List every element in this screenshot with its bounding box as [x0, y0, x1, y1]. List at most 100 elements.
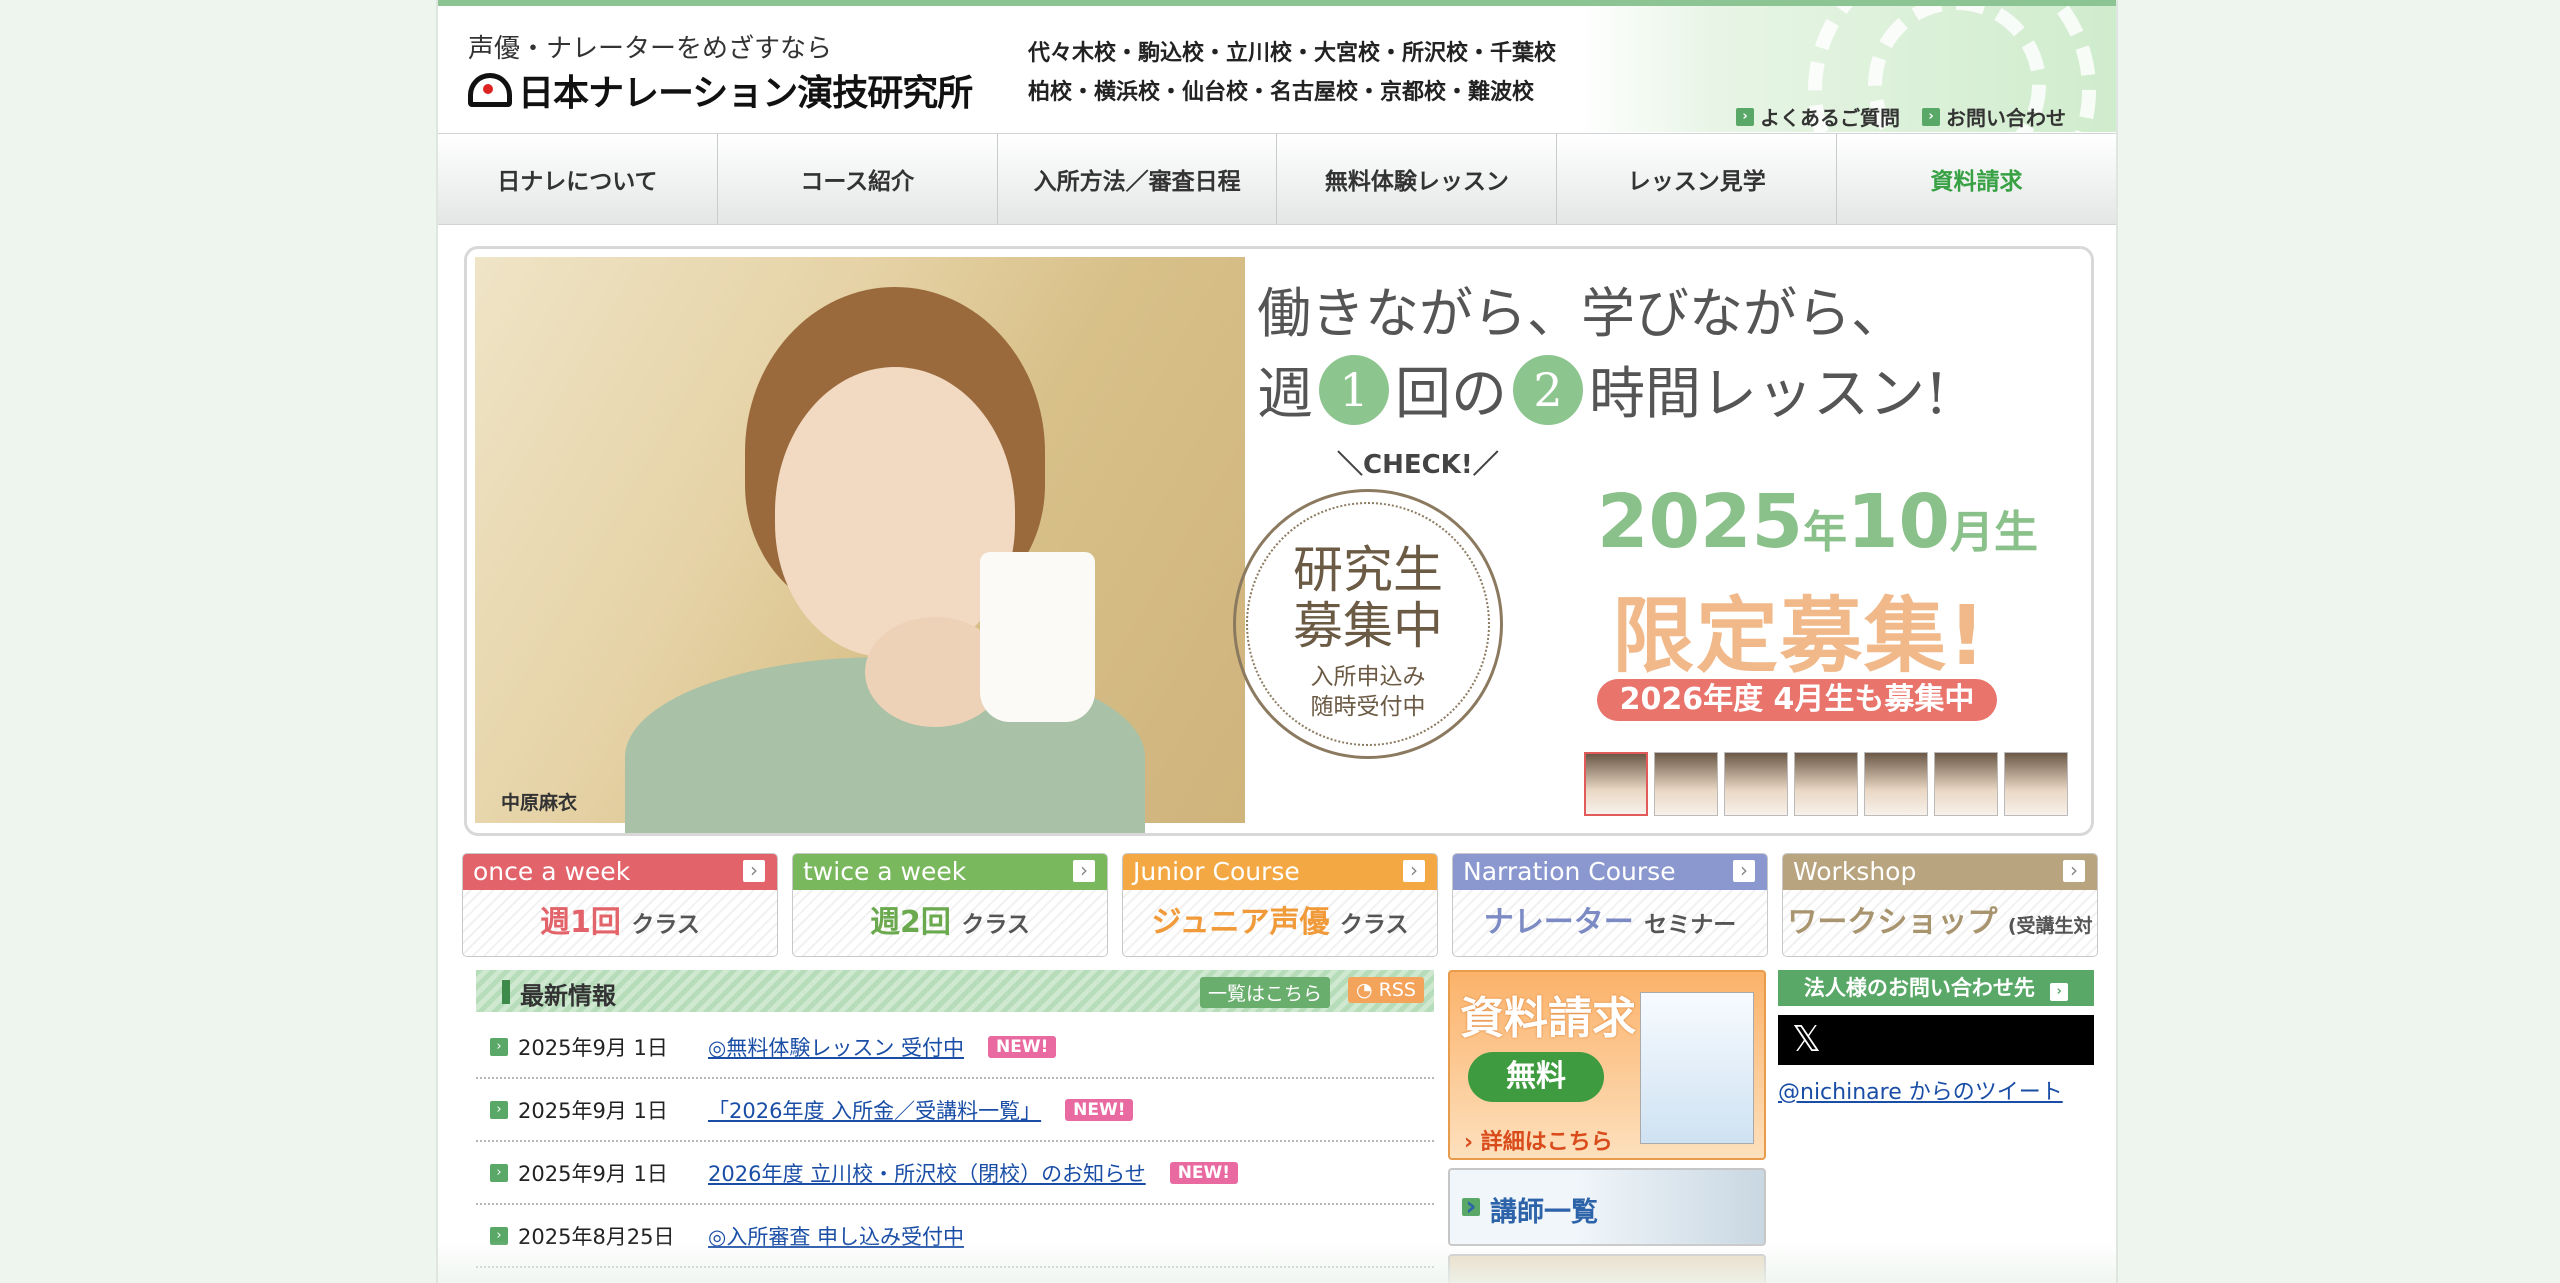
free-badge: 無料	[1468, 1052, 1604, 1102]
course-buttons: once a week 週1回 クラス twice a week 週2回 クラス…	[462, 853, 2098, 957]
nav-request-materials[interactable]: 資料請求	[1837, 134, 2116, 224]
news-date: 2025年9月 1日	[518, 1035, 668, 1060]
course-title: 週2回 クラス	[793, 890, 1107, 956]
rss-icon: ◔	[1356, 979, 1379, 1001]
corporate-contact-button[interactable]: 法人様のお問い合わせ先 ›	[1778, 970, 2094, 1006]
course-title-main: ワークショップ	[1787, 905, 1998, 940]
banner-thumbnail[interactable]	[1934, 752, 1998, 816]
arrow-icon: ›	[2050, 983, 2069, 1001]
request-details-link: › 詳細はこちら	[1464, 1124, 1613, 1156]
nav-free-trial[interactable]: 無料体験レッスン	[1277, 134, 1558, 224]
page-fade	[438, 1240, 2116, 1283]
course-junior[interactable]: Junior Course ジュニア声優 クラス	[1122, 853, 1438, 957]
intake-month-unit: 月生	[1949, 507, 2038, 558]
news-header: 最新情報 一覧はこちら ◔ RSS	[476, 970, 1434, 1012]
course-title-sub: クラス	[961, 912, 1030, 938]
photo-cup	[980, 552, 1095, 722]
hero-headline-text-a: 週	[1257, 362, 1313, 427]
x-timeline-header: 𝕏	[1778, 1015, 2094, 1065]
nav-about[interactable]: 日ナレについて	[438, 134, 718, 224]
banner-thumbnails	[1584, 752, 2068, 816]
hero-headline-text-b: 回の	[1395, 362, 1507, 427]
course-title-main: 週2回	[870, 905, 951, 940]
course-title-main: 週1回	[540, 905, 621, 940]
x-logo-icon: 𝕏	[1792, 1019, 1822, 1060]
course-narration[interactable]: Narration Course ナレーター セミナー	[1452, 853, 1768, 957]
check-label: ＼CHECK!／	[1337, 450, 1499, 480]
news-link[interactable]: ◎無料体験レッスン 受付中	[708, 1032, 964, 1062]
hero-headline-2: 週 1 回の 2 時間レッスン!	[1257, 349, 1948, 430]
course-head: Narration Course	[1453, 854, 1767, 890]
course-title-sub: クラス	[631, 912, 700, 938]
list-item: › 2025年9月 1日 2026年度 立川校・所沢校（閉校）のお知らせ NEW…	[476, 1142, 1434, 1205]
banner-thumbnail[interactable]	[1864, 752, 1928, 816]
rss-button[interactable]: ◔ RSS	[1348, 977, 1424, 1003]
arrow-icon: ›	[490, 1163, 508, 1182]
school-list: 代々木校・駒込校・立川校・大宮校・所沢校・千葉校 柏校・横浜校・仙台校・名古屋校…	[1028, 34, 1556, 112]
nav-admission[interactable]: 入所方法／審査日程	[998, 134, 1278, 224]
course-title-main: ナレーター	[1483, 905, 1634, 940]
new-badge: NEW!	[1169, 1161, 1239, 1184]
seal-main-text: 研究生募集中	[1293, 541, 1443, 655]
course-workshop[interactable]: Workshop ワークショップ (受講生対象)	[1782, 853, 2098, 957]
news-list: › 2025年9月 1日 ◎無料体験レッスン 受付中 NEW! › 2025年9…	[476, 1016, 1434, 1268]
hero-headline-text-c: 時間レッスン!	[1589, 362, 1948, 427]
hero-headline-1: 働きながら、学びながら、	[1257, 282, 1905, 345]
intake-date: 2025年10月生	[1597, 479, 2038, 565]
banner-thumbnail[interactable]	[1724, 752, 1788, 816]
course-head: Workshop	[1783, 854, 2097, 890]
news-title: 最新情報	[502, 976, 616, 1011]
new-badge: NEW!	[1065, 1098, 1134, 1121]
course-twice-a-week[interactable]: twice a week 週2回 クラス	[792, 853, 1108, 957]
photo-credit: 中原麻衣	[501, 792, 578, 814]
site-logo[interactable]: 日本ナレーション演技研究所	[468, 64, 973, 116]
teachers-label: 講師一覧	[1490, 1197, 1598, 1228]
global-nav: 日ナレについて コース紹介 入所方法／審査日程 無料体験レッスン レッスン見学 …	[438, 133, 2116, 225]
nav-courses[interactable]: コース紹介	[718, 134, 998, 224]
number-circle-2: 2	[1513, 354, 1583, 425]
recruiting-2026-badge: 2026年度 4月生も募集中	[1597, 679, 1997, 721]
banner-thumbnail[interactable]	[1654, 752, 1718, 816]
logo-text: 日本ナレーション演技研究所	[518, 73, 973, 114]
news-date: 2025年9月 1日	[518, 1161, 668, 1186]
nav-lesson-visit[interactable]: レッスン見学	[1557, 134, 1838, 224]
news-link[interactable]: 2026年度 立川校・所沢校（閉校）のお知らせ	[708, 1158, 1146, 1188]
list-item: › 2025年9月 1日 ◎無料体験レッスン 受付中 NEW!	[476, 1016, 1434, 1079]
course-title-sub: クラス	[1339, 912, 1409, 938]
faq-link[interactable]: › よくあるご質問	[1736, 102, 1900, 131]
course-title: 週1回 クラス	[463, 890, 777, 956]
arrow-icon: ›	[1464, 1130, 1481, 1155]
intake-year-unit: 年	[1802, 507, 1847, 558]
arrow-icon: ›	[1922, 107, 1940, 126]
news-link[interactable]: 「2026年度 入所金／受講料一覧」	[708, 1095, 1041, 1125]
hero-photo: 中原麻衣	[475, 257, 1245, 833]
banner-thumbnail[interactable]	[1584, 752, 1648, 816]
number-circle-1: 1	[1319, 354, 1389, 425]
request-details-label: 詳細はこちら	[1480, 1130, 1613, 1155]
arrow-icon: ›	[1736, 107, 1754, 126]
hero-banner[interactable]: 中原麻衣 働きながら、学びながら、 週 1 回の 2 時間レッスン! ＼CHEC…	[464, 246, 2094, 836]
banner-thumbnail[interactable]	[1794, 752, 1858, 816]
tagline: 声優・ナレーターをめざすなら	[468, 34, 833, 64]
brochure-image	[1640, 992, 1754, 1144]
intake-year: 2025	[1597, 479, 1803, 565]
banner-thumbnail[interactable]	[2004, 752, 2068, 816]
arrow-icon: ›	[1462, 1193, 1480, 1220]
rss-label: RSS	[1378, 979, 1416, 1001]
tweets-link[interactable]: @nichinare からのツイート	[1778, 1074, 2063, 1106]
course-title-main: ジュニア声優	[1151, 905, 1330, 940]
course-once-a-week[interactable]: once a week 週1回 クラス	[462, 853, 778, 957]
course-title-sub: セミナー	[1644, 912, 1737, 938]
course-title: ワークショップ (受講生対象)	[1783, 890, 2097, 956]
school-list-line-1: 代々木校・駒込校・立川校・大宮校・所沢校・千葉校	[1028, 41, 1557, 66]
news-list-button[interactable]: 一覧はこちら	[1199, 977, 1330, 1008]
course-head: twice a week	[793, 854, 1107, 890]
teachers-banner[interactable]: › 講師一覧	[1448, 1168, 1766, 1246]
course-title: ナレーター セミナー	[1453, 890, 1767, 956]
request-materials-banner[interactable]: 資料請求 無料 › 詳細はこちら	[1448, 970, 1766, 1160]
contact-link[interactable]: › お問い合わせ	[1922, 102, 2066, 131]
logo-mark-icon	[468, 73, 512, 107]
corporate-contact-label: 法人様のお問い合わせ先	[1803, 976, 2035, 1000]
arrow-icon: ›	[490, 1100, 508, 1119]
course-title: ジュニア声優 クラス	[1123, 890, 1437, 956]
